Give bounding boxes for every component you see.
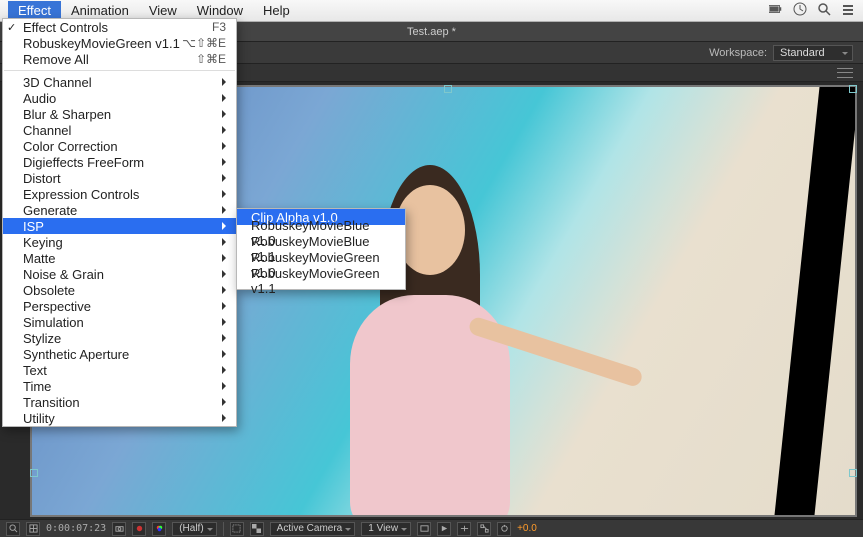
menu-item-synthetic-aperture[interactable]: Synthetic Aperture	[3, 346, 236, 362]
menu-item-audio[interactable]: Audio	[3, 90, 236, 106]
snapshot-icon[interactable]	[112, 522, 126, 536]
timeline-icon[interactable]	[457, 522, 471, 536]
selection-handle[interactable]	[444, 85, 452, 93]
selection-handle[interactable]	[30, 469, 38, 477]
menu-item[interactable]: ✓Effect ControlsF3	[3, 19, 236, 35]
workspace-label: Workspace:	[709, 47, 767, 59]
viewer-footer: 0:00:07:23 (Half) Active Camera 1 View +…	[0, 519, 863, 537]
effect-dropdown-menu: ✓Effect ControlsF3RobuskeyMovieGreen v1.…	[2, 18, 237, 427]
menu-item-simulation[interactable]: Simulation	[3, 314, 236, 330]
selection-handle[interactable]	[849, 469, 857, 477]
menu-item-isp[interactable]: ISP	[3, 218, 236, 234]
exposure-value[interactable]: +0.0	[517, 523, 537, 534]
menu-item-time[interactable]: Time	[3, 378, 236, 394]
magnify-icon[interactable]	[6, 522, 20, 536]
workspace-dropdown[interactable]: Standard	[773, 45, 853, 61]
menu-item-distort[interactable]: Distort	[3, 170, 236, 186]
isp-submenu: Clip Alpha v1.0RobuskeyMovieBlue v1.0Rob…	[236, 208, 406, 290]
menu-item-color-correction[interactable]: Color Correction	[3, 138, 236, 154]
grid-icon[interactable]	[26, 522, 40, 536]
battery-icon	[769, 2, 783, 19]
panel-menu-icon[interactable]	[837, 68, 853, 78]
menu-item-channel[interactable]: Channel	[3, 122, 236, 138]
views-dropdown[interactable]: 1 View	[361, 522, 411, 536]
menu-item-digieffects-freeform[interactable]: Digieffects FreeForm	[3, 154, 236, 170]
spotlight-icon[interactable]	[817, 2, 831, 19]
menu-item-generate[interactable]: Generate	[3, 202, 236, 218]
menu-item[interactable]: Remove All⇧⌘E	[3, 51, 236, 67]
selection-handle[interactable]	[849, 85, 857, 93]
document-title: Test.aep *	[407, 26, 456, 38]
roi-icon[interactable]	[230, 522, 244, 536]
submenu-item[interactable]: RobuskeyMovieGreen v1.1	[237, 273, 405, 289]
menu-item[interactable]: RobuskeyMovieGreen v1.1⌥⇧⌘E	[3, 35, 236, 51]
menu-item-expression-controls[interactable]: Expression Controls	[3, 186, 236, 202]
menu-item-utility[interactable]: Utility	[3, 410, 236, 426]
menu-item-keying[interactable]: Keying	[3, 234, 236, 250]
menu-item-blur-sharpen[interactable]: Blur & Sharpen	[3, 106, 236, 122]
menu-separator	[4, 70, 235, 71]
menu-item-noise-grain[interactable]: Noise & Grain	[3, 266, 236, 282]
menu-item-perspective[interactable]: Perspective	[3, 298, 236, 314]
menu-item-3d-channel[interactable]: 3D Channel	[3, 74, 236, 90]
pixel-aspect-icon[interactable]	[417, 522, 431, 536]
fast-preview-icon[interactable]	[437, 522, 451, 536]
transparency-grid-icon[interactable]	[250, 522, 264, 536]
clock-icon	[793, 2, 807, 19]
menu-item-transition[interactable]: Transition	[3, 394, 236, 410]
exposure-reset-icon[interactable]	[497, 522, 511, 536]
menu-help[interactable]: Help	[253, 1, 300, 20]
menu-extra-icon[interactable]	[841, 2, 855, 19]
menu-item-matte[interactable]: Matte	[3, 250, 236, 266]
menu-item-obsolete[interactable]: Obsolete	[3, 282, 236, 298]
menu-item-stylize[interactable]: Stylize	[3, 330, 236, 346]
camera-dropdown[interactable]: Active Camera	[270, 522, 356, 536]
timecode[interactable]: 0:00:07:23	[46, 523, 106, 534]
comp-flowchart-icon[interactable]	[477, 522, 491, 536]
rgb-icon[interactable]	[152, 522, 166, 536]
resolution-dropdown[interactable]: (Half)	[172, 522, 216, 536]
menu-item-text[interactable]: Text	[3, 362, 236, 378]
show-channel-icon[interactable]	[132, 522, 146, 536]
